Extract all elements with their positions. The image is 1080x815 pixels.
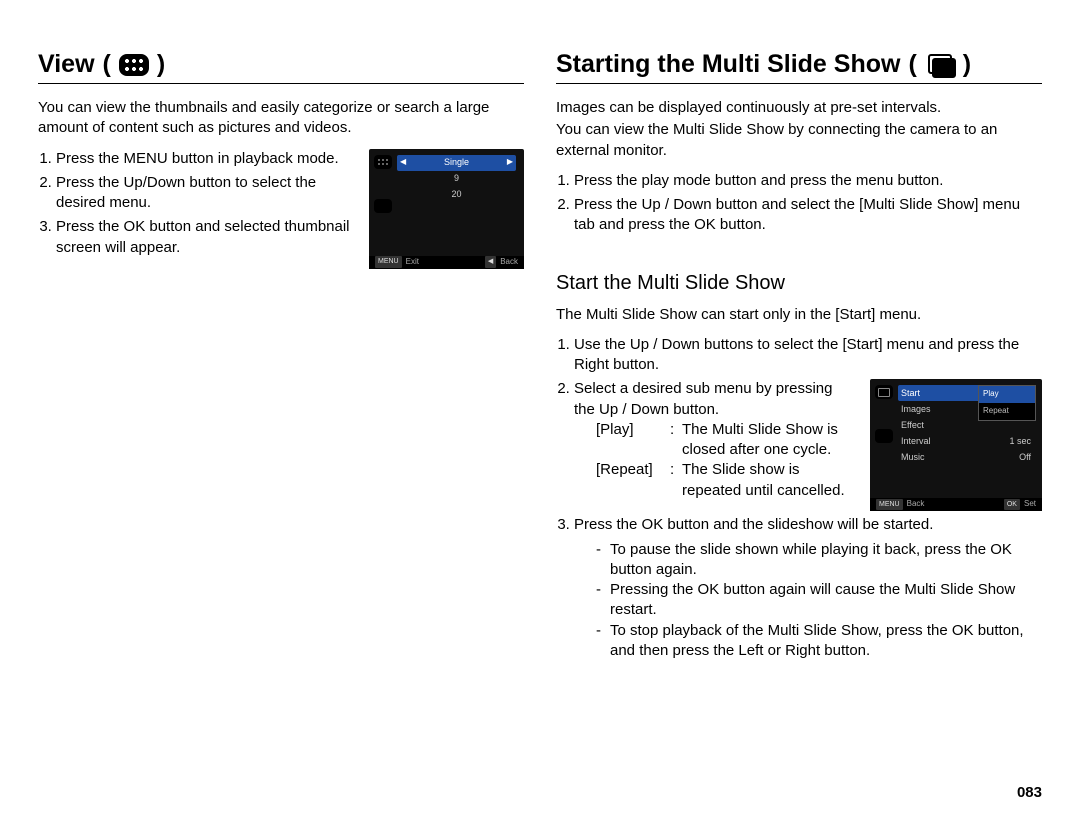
- grid-thumbnails-icon: [374, 155, 392, 169]
- view-step-2: Press the Up/Down button to select the d…: [56, 173, 357, 214]
- slideshow-steps-2: Use the Up / Down buttons to select the …: [556, 335, 1042, 661]
- lcd-row-20: 20: [397, 187, 516, 203]
- title-text: Starting the Multi Slide Show: [556, 50, 900, 79]
- left-column: View ( ) You can view the thumbnails and…: [38, 50, 540, 805]
- lcd-popup: Play Repeat: [978, 385, 1036, 421]
- paren-close: ): [963, 50, 971, 79]
- paren-open: (: [103, 50, 111, 79]
- popup-repeat: Repeat: [979, 403, 1035, 420]
- slideshow-intro-1: Images can be displayed continuously at …: [556, 98, 1042, 118]
- def-repeat: [Repeat] : The Slide show is repeated un…: [596, 460, 856, 501]
- title-text: View: [38, 50, 95, 79]
- step-2-3: Press the OK button and the slideshow wi…: [574, 515, 1042, 661]
- footer-exit: Exit: [406, 256, 419, 269]
- lcd-row-interval: Interval1 sec: [898, 433, 1034, 449]
- menu-button-label: MENU: [375, 256, 402, 267]
- right-column: Starting the Multi Slide Show ( ) Images…: [540, 50, 1042, 805]
- slideshow-step-1: Press the play mode button and press the…: [574, 171, 1042, 191]
- lcd-slideshow-menu: Start▶ Images Effect Interval1 sec Music…: [870, 379, 1042, 511]
- def-play: [Play] : The Multi Slide Show is closed …: [596, 420, 856, 461]
- triangle-right-icon: ▶: [507, 156, 513, 169]
- lcd-footer: MENU Exit ◀ Back: [369, 256, 524, 269]
- triangle-left-icon: ◀: [400, 156, 406, 169]
- sub-section-title: Start the Multi Slide Show: [556, 272, 1042, 295]
- section-title-slideshow: Starting the Multi Slide Show ( ): [556, 50, 1042, 84]
- step-2-2: Select a desired sub menu by pressing th…: [574, 379, 1042, 511]
- lcd-row-single: ◀ Single ▶: [397, 155, 516, 171]
- footer-back: Back: [907, 498, 925, 511]
- view-step-3: Press the OK button and selected thumbna…: [56, 217, 357, 258]
- sub-intro: The Multi Slide Show can start only in t…: [556, 305, 1042, 325]
- footer-set: Set: [1024, 498, 1036, 511]
- step-2-1: Use the Up / Down buttons to select the …: [574, 335, 1042, 376]
- step-3-notes: -To pause the slide shown while playing …: [596, 540, 1042, 662]
- ok-button-label: OK: [1004, 499, 1020, 510]
- note-pause: -To pause the slide shown while playing …: [596, 540, 1042, 581]
- footer-back: Back: [500, 256, 518, 269]
- view-steps: Press the MENU button in playback mode. …: [38, 149, 357, 262]
- lcd-row-9: 9: [397, 171, 516, 187]
- slideshow-steps-1: Press the play mode button and press the…: [556, 171, 1042, 236]
- slideshow-stack-icon: [925, 54, 955, 76]
- popup-play: Play: [979, 386, 1035, 403]
- lcd-view-menu: ◀ Single ▶ 9 20 MENU Exit ◀ Back: [369, 149, 524, 269]
- back-button-icon: ◀: [485, 256, 496, 267]
- note-restart: -Pressing the OK button again will cause…: [596, 580, 1042, 621]
- slideshow-stack-icon: [875, 385, 893, 399]
- lcd-footer: MENU Back OK Set: [870, 498, 1042, 511]
- steps-and-lcd: Press the MENU button in playback mode. …: [38, 149, 524, 269]
- manual-page: View ( ) You can view the thumbnails and…: [0, 0, 1080, 815]
- grid-thumbnails-icon: [119, 54, 149, 76]
- step-2-2-text: Select a desired sub menu by pressing th…: [574, 379, 856, 420]
- view-intro: You can view the thumbnails and easily c…: [38, 98, 524, 139]
- paren-open: (: [908, 50, 916, 79]
- slideshow-intro-2: You can view the Multi Slide Show by con…: [556, 120, 1042, 161]
- lcd-row-label: Single: [444, 155, 469, 169]
- section-title-view: View ( ): [38, 50, 524, 84]
- note-stop: -To stop playback of the Multi Slide Sho…: [596, 621, 1042, 662]
- page-number: 083: [1017, 784, 1042, 801]
- slideshow-step-2: Press the Up / Down button and select th…: [574, 195, 1042, 236]
- lcd-row-music: MusicOff: [898, 449, 1034, 465]
- view-step-1: Press the MENU button in playback mode.: [56, 149, 357, 169]
- menu-button-label: MENU: [876, 499, 903, 510]
- paren-close: ): [157, 50, 165, 79]
- sidebar-icon: [374, 199, 392, 213]
- sidebar-icon: [875, 429, 893, 443]
